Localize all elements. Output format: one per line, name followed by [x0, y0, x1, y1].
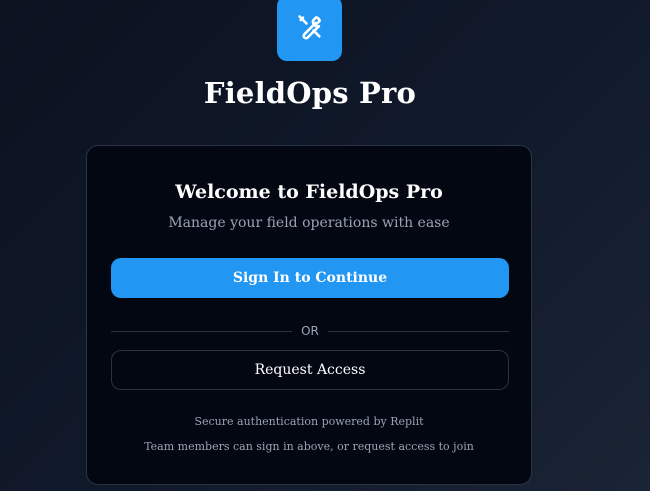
divider-line-right: [327, 330, 510, 332]
app-logo: [277, 0, 342, 61]
app-title: FieldOps Pro: [203, 76, 417, 110]
welcome-subtitle: Manage your field operations with ease: [168, 215, 450, 231]
divider-line-left: [111, 330, 293, 332]
access-footnote: Team members can sign in above, or reque…: [144, 440, 474, 453]
divider-label: OR: [301, 324, 319, 338]
auth-footnote: Secure authentication powered by Replit: [194, 415, 424, 428]
request-access-button[interactable]: Request Access: [111, 350, 509, 390]
login-card: Welcome to FieldOps Pro Manage your fiel…: [86, 145, 532, 485]
or-divider: OR: [111, 321, 510, 341]
sign-in-button[interactable]: Sign In to Continue: [111, 258, 509, 298]
welcome-heading: Welcome to FieldOps Pro: [175, 181, 443, 203]
wrench-screwdriver-icon: [296, 13, 324, 45]
